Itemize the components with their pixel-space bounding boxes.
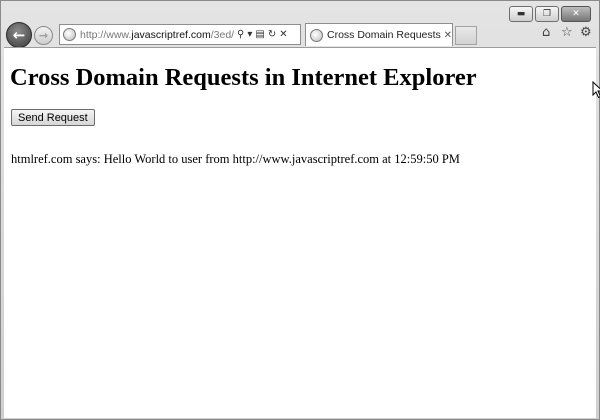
refresh-icon[interactable]: ↻ [268,29,276,40]
response-text: htmlref.com says: Hello World to user fr… [11,152,460,166]
address-prefix: http://www. [80,28,132,41]
minimize-button[interactable]: ▬ [509,6,533,22]
address-tools: ⚲ ▾ ▤ ↻ ✕ [237,29,288,40]
tools-icon[interactable]: ⚙ [580,25,592,40]
browser-window: ▬ ❐ ✕ ← → http://www.javascriptref.com/3… [0,0,600,420]
mouse-cursor-icon [592,81,600,99]
tab-title: Cross Domain Requests in I... [327,29,442,41]
tab-active[interactable]: Cross Domain Requests in I... ✕ [305,23,453,46]
window-caption-buttons: ▬ ❐ ✕ [509,6,591,22]
dropdown-arrow-icon[interactable]: ▾ [247,29,252,40]
compat-view-icon[interactable]: ▤ [255,29,264,40]
window-close-button[interactable]: ✕ [561,6,591,22]
back-icon[interactable]: ← [6,22,32,48]
favorites-icon[interactable]: ☆ [561,25,573,40]
new-tab-button[interactable] [455,26,477,45]
address-path: /3ed/ch1 [210,28,234,41]
search-icon[interactable]: ⚲ [237,29,244,40]
close-icon[interactable]: ✕ [444,30,452,41]
home-icon[interactable]: ⌂ [542,25,550,40]
browser-toolbar: ← → http://www.javascriptref.com/3ed/ch1… [5,22,595,48]
page-heading: Cross Domain Requests in Internet Explor… [10,64,477,91]
send-request-button[interactable]: Send Request [11,109,95,126]
page-content: Cross Domain Requests in Internet Explor… [4,47,596,418]
tab-page-icon [310,28,323,42]
forward-icon[interactable]: → [34,26,53,45]
maximize-button[interactable]: ❐ [535,6,559,22]
address-domain: javascriptref.com [131,28,211,41]
stop-icon[interactable]: ✕ [279,29,287,40]
address-url[interactable]: http://www.javascriptref.com/3ed/ch1 [80,29,234,41]
page-icon [63,28,76,41]
address-bar[interactable]: http://www.javascriptref.com/3ed/ch1 ⚲ ▾… [59,24,301,45]
